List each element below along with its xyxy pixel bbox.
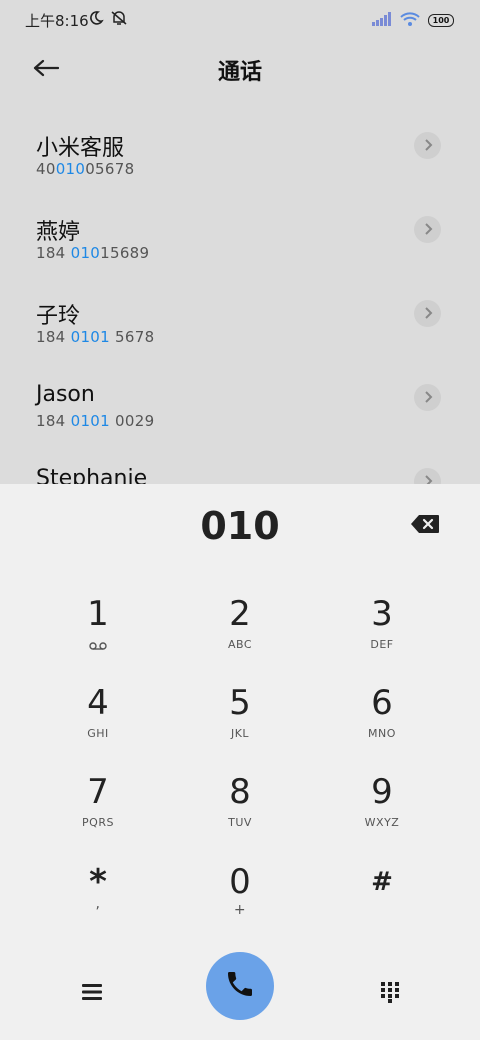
header: 通话 bbox=[0, 40, 480, 100]
key-hash[interactable]: # bbox=[322, 862, 442, 938]
key-digit: 4 bbox=[87, 683, 109, 723]
contact-name: Stephanie bbox=[36, 466, 148, 484]
contact-name: 子玲 bbox=[36, 304, 81, 329]
contact-number: 184 01015689 bbox=[36, 244, 150, 262]
key-5[interactable]: 5 JKL bbox=[180, 683, 300, 759]
key-letters: WXYZ bbox=[364, 816, 400, 829]
contact-number: 184 0101 0029 bbox=[36, 412, 155, 430]
chevron-right-icon bbox=[423, 388, 433, 407]
wifi-icon bbox=[400, 11, 420, 30]
key-4[interactable]: 4 GHI bbox=[38, 683, 158, 759]
contact-detail-button[interactable] bbox=[414, 216, 441, 243]
key-digit: 7 bbox=[87, 772, 109, 812]
backspace-button[interactable] bbox=[410, 514, 442, 536]
contact-item[interactable]: 小米客服 4001005678 bbox=[0, 112, 480, 196]
contact-number: 4001005678 bbox=[36, 160, 135, 178]
key-letters: GHI bbox=[87, 727, 109, 740]
bottom-bar bbox=[0, 952, 480, 1032]
contact-name: Jason bbox=[36, 382, 95, 407]
key-digit: 0 bbox=[229, 862, 251, 902]
key-0[interactable]: 0 + bbox=[180, 862, 300, 938]
contact-list: 小米客服 4001005678 燕婷 184 01015689 子玲 184 0… bbox=[0, 112, 480, 484]
key-letters: TUV bbox=[228, 816, 252, 829]
menu-button[interactable] bbox=[72, 974, 112, 1014]
key-6[interactable]: 6 MNO bbox=[322, 683, 442, 759]
page-title: 通话 bbox=[217, 60, 262, 85]
key-digit: 6 bbox=[371, 683, 393, 723]
muted-bell-icon bbox=[110, 10, 128, 30]
voicemail-icon bbox=[38, 636, 158, 650]
chevron-right-icon bbox=[423, 472, 433, 484]
call-button[interactable] bbox=[206, 952, 274, 1020]
menu-icon bbox=[82, 983, 102, 1005]
battery-icon: 100 bbox=[428, 14, 454, 27]
key-1[interactable]: 1 bbox=[38, 594, 158, 670]
key-letters: ABC bbox=[227, 638, 253, 651]
signal-icon bbox=[372, 11, 392, 30]
status-time: 上午8:16 bbox=[25, 12, 89, 30]
contact-item[interactable]: Stephanie bbox=[0, 448, 480, 484]
key-letters: MNO bbox=[368, 727, 396, 740]
key-digit: 8 bbox=[229, 772, 251, 812]
status-bar: 上午8:16 100 bbox=[0, 0, 480, 40]
key-digit: # bbox=[371, 867, 393, 897]
contact-detail-button[interactable] bbox=[414, 300, 441, 327]
key-3[interactable]: 3 DEF bbox=[322, 594, 442, 670]
key-letters: PQRS bbox=[82, 816, 114, 829]
chevron-right-icon bbox=[423, 220, 433, 239]
key-digit: 5 bbox=[229, 683, 251, 723]
contact-name: 小米客服 bbox=[36, 136, 125, 161]
contact-detail-button[interactable] bbox=[414, 132, 441, 159]
key-digit: 9 bbox=[371, 772, 393, 812]
contact-item[interactable]: Jason 184 0101 0029 bbox=[0, 364, 480, 448]
key-9[interactable]: 9 WXYZ bbox=[322, 772, 442, 848]
chevron-right-icon bbox=[423, 136, 433, 155]
key-2[interactable]: 2 ABC bbox=[180, 594, 300, 670]
phone-icon bbox=[224, 968, 256, 1004]
key-digit: 2 bbox=[229, 594, 251, 634]
key-7[interactable]: 7 PQRS bbox=[38, 772, 158, 848]
key-letters: DEF bbox=[370, 638, 394, 651]
dialer-panel: 010 1 2 ABC 3 DEF 4 GHI 5 JKL 6 MNO 7 PQ… bbox=[0, 484, 480, 1040]
key-8[interactable]: 8 TUV bbox=[180, 772, 300, 848]
key-digit: 3 bbox=[371, 594, 393, 634]
contact-name: 燕婷 bbox=[36, 220, 81, 245]
key-star[interactable]: * , bbox=[38, 862, 158, 938]
dialed-number[interactable]: 010 bbox=[0, 504, 480, 548]
key-letters: + bbox=[233, 902, 247, 918]
contact-item[interactable]: 燕婷 184 01015689 bbox=[0, 196, 480, 280]
dialpad-toggle-button[interactable] bbox=[370, 974, 410, 1014]
contact-detail-button[interactable] bbox=[414, 384, 441, 411]
key-digit: 1 bbox=[87, 594, 109, 634]
backspace-icon bbox=[410, 515, 440, 538]
moon-icon bbox=[88, 10, 104, 30]
chevron-right-icon bbox=[423, 304, 433, 323]
contact-item[interactable]: 子玲 184 0101 5678 bbox=[0, 280, 480, 364]
key-letters: , bbox=[95, 896, 101, 912]
contact-number: 184 0101 5678 bbox=[36, 328, 155, 346]
contact-detail-button[interactable] bbox=[414, 468, 441, 484]
key-letters: JKL bbox=[230, 727, 250, 740]
dialpad-icon bbox=[380, 981, 400, 1007]
